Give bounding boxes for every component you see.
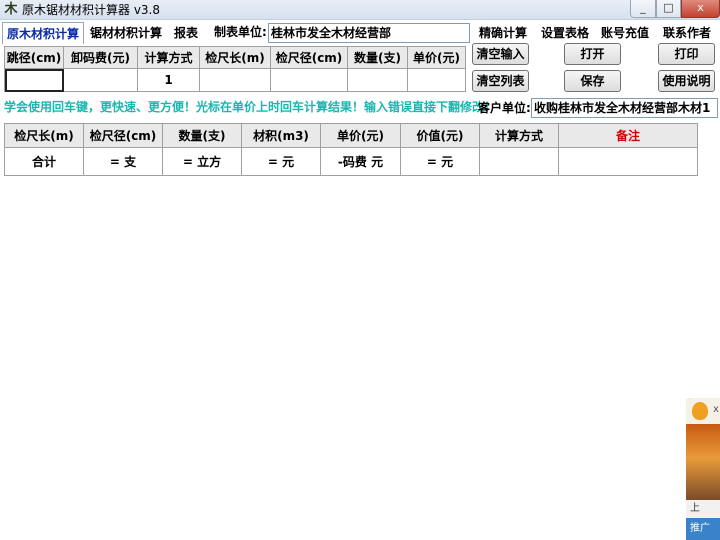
maker-label: 制表单位:	[214, 25, 267, 39]
res-header-volume: 材积(m3)	[241, 123, 321, 148]
maximize-button[interactable]: □	[656, 0, 681, 18]
unit-price-cell[interactable]	[407, 68, 466, 92]
total-value: = 元	[400, 147, 480, 176]
qq-side-widget[interactable]: x 上 推广	[686, 398, 720, 540]
res-header-calc-method: 计算方式	[479, 123, 559, 148]
close-button[interactable]: x	[681, 0, 720, 18]
calc-method-cell[interactable]: 1	[137, 68, 200, 92]
window-title: 原木锯材材积计算器 v3.8	[22, 3, 161, 17]
qq-widget-header: x	[686, 398, 720, 424]
total-row: 合计 = 支 = 立方 = 元 -码费 元 = 元	[4, 147, 698, 176]
col-header-unit-price: 单价(元)	[407, 46, 466, 69]
col-header-calc-method: 计算方式	[137, 46, 200, 69]
total-label: 合计	[4, 147, 84, 176]
tab-sawn-timber[interactable]: 锯材材积计算	[86, 22, 166, 44]
res-header-value: 价值(元)	[400, 123, 480, 148]
total-calc-method	[479, 147, 559, 176]
col-header-length: 检尺长(m)	[199, 46, 271, 69]
print-button[interactable]: 打印	[658, 43, 715, 65]
save-button[interactable]: 保存	[564, 70, 621, 92]
col-header-unloading-fee: 卸码费(元)	[63, 46, 138, 69]
clear-input-button[interactable]: 清空输入	[472, 43, 529, 65]
app-icon: 木	[4, 2, 18, 17]
res-header-quantity: 数量(支)	[162, 123, 242, 148]
quantity-cell[interactable]	[347, 68, 408, 92]
maker-input[interactable]: 桂林市发全木材经营部	[268, 23, 470, 43]
title-bar: 木 原木锯材材积计算器 v3.8 _ □ x	[0, 0, 720, 20]
menu-account-recharge[interactable]: 账号充值	[601, 25, 649, 41]
col-header-diameter: 检尺径(cm)	[270, 46, 348, 69]
help-button[interactable]: 使用说明	[658, 70, 715, 92]
menu-contact-author[interactable]: 联系作者	[663, 25, 711, 41]
result-grid: 检尺长(m) 检尺径(cm) 数量(支) 材积(m3) 单价(元) 价值(元) …	[4, 123, 698, 176]
customer-label: 客户单位:	[478, 101, 531, 115]
input-grid: 跳径(cm) 卸码费(元) 计算方式 检尺长(m) 检尺径(cm) 数量(支) …	[4, 46, 466, 92]
customer-input[interactable]: 收购桂林市发全木材经营部木材1	[531, 98, 718, 118]
qq-ad-image[interactable]	[686, 424, 720, 500]
res-header-length: 检尺长(m)	[4, 123, 84, 148]
length-cell[interactable]	[199, 68, 271, 92]
total-pieces: = 支	[83, 147, 163, 176]
res-header-unit-price: 单价(元)	[320, 123, 401, 148]
col-header-quantity: 数量(支)	[347, 46, 408, 69]
open-button[interactable]: 打开	[564, 43, 621, 65]
diameter-cell[interactable]	[270, 68, 348, 92]
clear-list-button[interactable]: 清空列表	[472, 70, 529, 92]
tab-log-volume[interactable]: 原木材积计算	[2, 22, 84, 44]
total-fee: -码费 元	[320, 147, 401, 176]
menu-precise-calc[interactable]: 精确计算	[479, 25, 527, 41]
jump-diameter-cell[interactable]	[4, 68, 64, 92]
qq-close-icon[interactable]: x	[713, 404, 719, 415]
usage-hint: 学会使用回车键，更快速、更方便！光标在单价上时回车计算结果！输入错误直接下翻修改…	[4, 100, 497, 114]
total-note	[558, 147, 698, 176]
minimize-button[interactable]: _	[630, 0, 656, 18]
qq-widget-bar[interactable]: 上	[686, 500, 720, 518]
col-header-jump-diameter: 跳径(cm)	[4, 46, 64, 69]
total-amount: = 元	[241, 147, 321, 176]
tab-report[interactable]: 报表	[170, 22, 202, 44]
input-grid-header: 跳径(cm) 卸码费(元) 计算方式 检尺长(m) 检尺径(cm) 数量(支) …	[4, 46, 466, 69]
res-header-note: 备注	[558, 123, 698, 148]
qq-widget-footer[interactable]: 推广	[686, 518, 720, 540]
menu-table-settings[interactable]: 设置表格	[541, 25, 589, 41]
unloading-fee-cell[interactable]	[63, 68, 138, 92]
result-grid-header: 检尺长(m) 检尺径(cm) 数量(支) 材积(m3) 单价(元) 价值(元) …	[4, 123, 698, 148]
input-row: 1	[4, 68, 466, 92]
qq-penguin-icon	[692, 402, 708, 420]
total-volume: = 立方	[162, 147, 242, 176]
res-header-diameter: 检尺径(cm)	[83, 123, 163, 148]
